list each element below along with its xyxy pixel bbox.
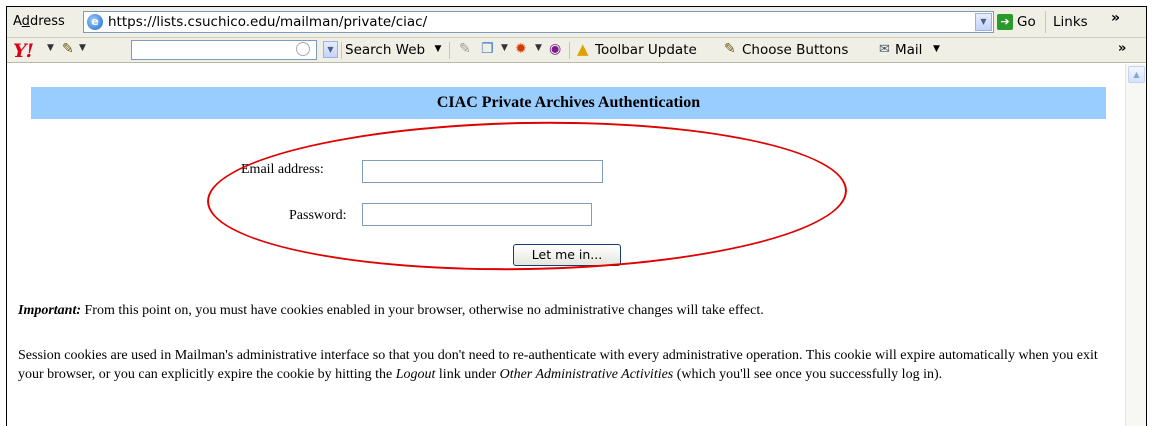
title-banner: CIAC Private Archives Authentication [31,87,1106,119]
antispy-icon[interactable]: ✹ [515,41,527,57]
other-activities-text: Other Administrative Activities [499,367,674,382]
important-lead: Important: [18,303,82,318]
mail-dropdown-icon[interactable]: ▼ [933,44,940,54]
search-magnifier-icon [296,42,310,56]
window-dropdown-icon[interactable]: ▼ [501,43,508,53]
vertical-scrollbar[interactable]: ▲ [1125,64,1146,426]
highlight-pen-icon[interactable]: ✎ [459,41,471,57]
page-content: CIAC Private Archives Authentication Ema… [7,64,1125,426]
yahoo-toolbar: Y! ▼ ✎ ▼ ▼ Search Web ▼ ✎ ❐ ▼ ✹ ▼ ◉ ▲ To… [7,38,1146,63]
mail-envelope-icon: ✉ [879,42,890,57]
mail-button[interactable]: Mail [895,42,922,58]
browser-window: Address e https://lists.csuchico.edu/mai… [6,6,1147,426]
go-button[interactable]: ➔ Go [997,12,1036,32]
logout-link-text: Logout [395,367,436,382]
go-label: Go [1017,14,1036,30]
search-web-dropdown-icon[interactable]: ▼ [431,41,445,58]
divider [569,42,570,59]
divider [449,42,450,59]
toolbar-overflow-chevron-icon[interactable]: » [1118,41,1126,56]
session-text-2: link under [435,367,500,382]
important-notice: Important: From this point on, you must … [18,301,1118,320]
choose-pencil-icon: ✎ [724,41,736,57]
pencil-icon[interactable]: ✎ [62,41,74,57]
pencil-dropdown-icon[interactable]: ▼ [79,43,86,53]
search-history-dropdown[interactable]: ▼ [323,41,338,58]
address-input[interactable]: e https://lists.csuchico.edu/mailman/pri… [83,11,994,33]
toolbar-update-button[interactable]: Toolbar Update [595,42,697,58]
yahoo-search-input[interactable] [131,40,317,60]
address-label: Address [13,14,65,29]
divider [1045,11,1046,33]
warning-icon: ▲ [577,40,589,58]
go-arrow-icon: ➔ [997,14,1013,30]
ie-page-icon: e [87,14,103,30]
address-dropdown-button[interactable]: ▼ [975,13,992,31]
links-overflow-chevron-icon[interactable]: » [1111,10,1120,26]
yahoo-menu-dropdown-icon[interactable]: ▼ [47,43,54,53]
session-text-3: (which you'll see once you successfully … [673,367,943,382]
divider [341,42,342,59]
music-icon[interactable]: ◉ [549,41,561,57]
page-title: CIAC Private Archives Authentication [436,94,701,111]
address-url[interactable]: https://lists.csuchico.edu/mailman/priva… [108,14,427,30]
search-web-button[interactable]: Search Web [345,42,425,58]
address-bar: Address e https://lists.csuchico.edu/mai… [7,7,1146,38]
scroll-up-arrow-icon[interactable]: ▲ [1128,66,1145,83]
important-text: From this point on, you must have cookie… [81,303,764,318]
links-button[interactable]: Links [1053,14,1088,30]
session-cookies-notice: Session cookies are used in Mailman's ad… [18,346,1118,384]
window-icon[interactable]: ❐ [481,41,494,57]
red-annotation-ellipse [205,116,849,276]
antispy-dropdown-icon[interactable]: ▼ [535,43,542,53]
yahoo-logo[interactable]: Y! [13,40,34,62]
choose-buttons-button[interactable]: Choose Buttons [742,42,848,58]
